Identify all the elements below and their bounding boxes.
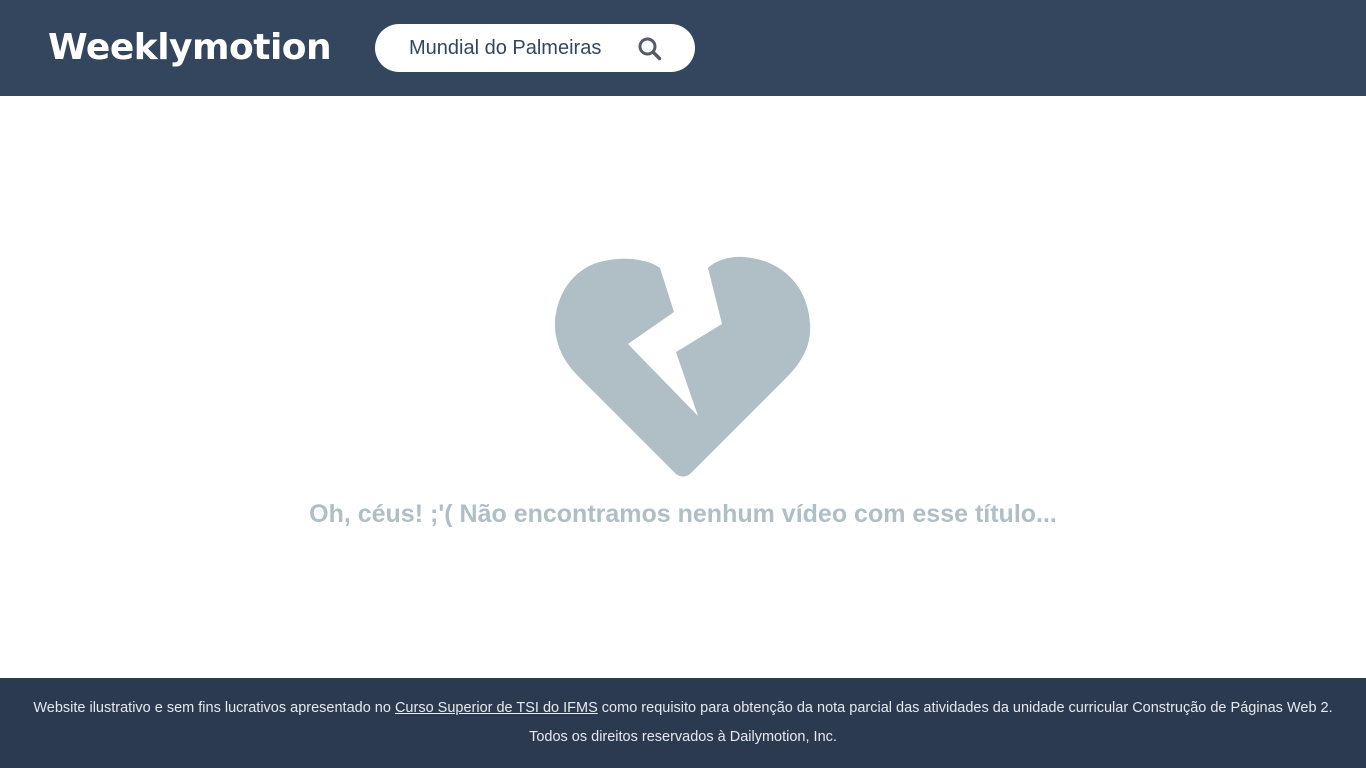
search-icon (638, 37, 662, 61)
footer-copyright: Todos os direitos reservados à Dailymoti… (529, 729, 837, 745)
empty-state-message: Oh, céus! ;'( Não encontramos nenhum víd… (309, 500, 1057, 528)
footer-text-before: Website ilustrativo e sem fins lucrativo… (33, 700, 395, 716)
footer-text-after: como requisito para obtenção da nota par… (597, 700, 1333, 716)
site-logo[interactable]: Weeklymotion (48, 24, 332, 72)
footer-disclaimer: Website ilustrativo e sem fins lucrativo… (0, 697, 1366, 719)
site-header: Weeklymotion (0, 0, 1366, 96)
site-footer: Website ilustrativo e sem fins lucrativo… (0, 678, 1366, 768)
course-link[interactable]: Curso Superior de TSI do IFMS (395, 700, 598, 716)
search-input[interactable] (409, 32, 639, 64)
search-button[interactable] (637, 36, 663, 62)
main-content: Oh, céus! ;'( Não encontramos nenhum víd… (0, 96, 1366, 678)
search-bar (375, 24, 695, 72)
broken-heart-icon (554, 256, 811, 477)
